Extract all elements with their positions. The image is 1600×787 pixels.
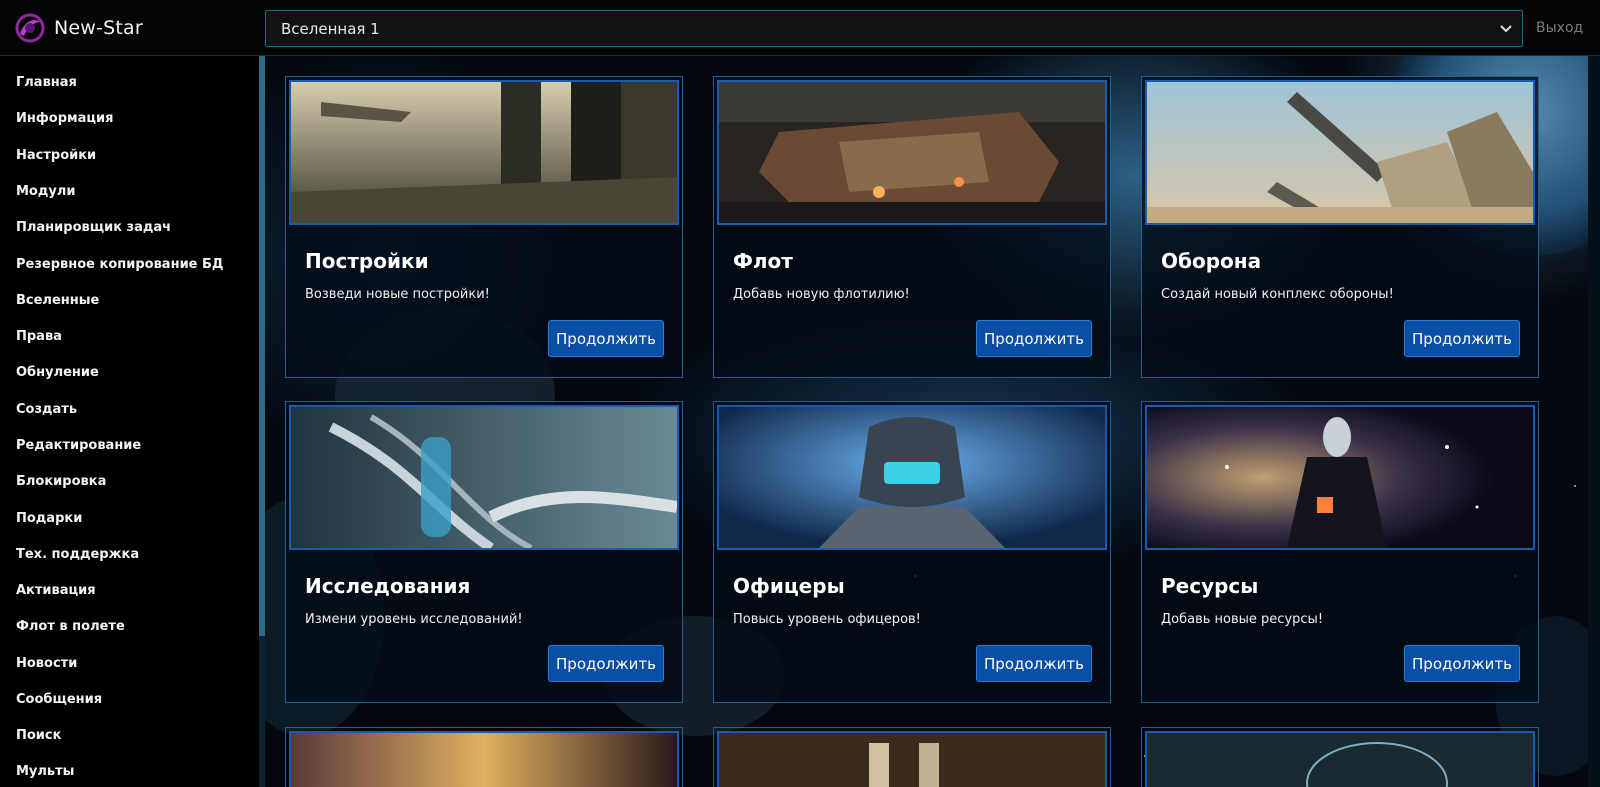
globe-image — [1145, 731, 1535, 787]
card-title: Исследования — [305, 574, 471, 598]
card-partial — [713, 727, 1111, 787]
sidebar-item-settings[interactable]: Настройки — [16, 148, 96, 163]
hall-image — [717, 731, 1107, 787]
continue-button[interactable]: Продолжить — [1404, 320, 1520, 357]
sidebar-item-rights[interactable]: Права — [16, 329, 62, 344]
sidebar-item-home[interactable]: Главная — [16, 75, 77, 90]
main-content: Постройки Возведи новые постройки! Продо… — [265, 56, 1600, 787]
card-partial — [1141, 727, 1539, 787]
main-scrollbar-track[interactable] — [1588, 56, 1600, 787]
card-partial — [285, 727, 683, 787]
continue-button[interactable]: Продолжить — [548, 320, 664, 357]
sidebar: Главная Информация Настройки Модули План… — [0, 56, 259, 787]
sidebar-item-messages[interactable]: Сообщения — [16, 692, 102, 707]
brand-logo-icon — [15, 13, 45, 43]
sidebar-item-search[interactable]: Поиск — [16, 728, 61, 743]
card-text: Добавь новые ресурсы! — [1161, 612, 1324, 627]
card-officers: Офицеры Повысь уровень офицеров! Продолж… — [713, 401, 1111, 703]
sidebar-item-create[interactable]: Создать — [16, 402, 77, 417]
card-title: Офицеры — [733, 574, 845, 598]
sidebar-item-fleet-in-flight[interactable]: Флот в полете — [16, 619, 125, 634]
spaceship-fleet-image — [717, 80, 1107, 225]
card-buildings: Постройки Возведи новые постройки! Продо… — [285, 76, 683, 378]
card-text: Возведи новые постройки! — [305, 287, 490, 302]
sidebar-item-gifts[interactable]: Подарки — [16, 511, 82, 526]
sidebar-item-universes[interactable]: Вселенные — [16, 293, 99, 308]
sidebar-item-modules[interactable]: Модули — [16, 184, 75, 199]
sidebar-item-edit[interactable]: Редактирование — [16, 438, 141, 453]
continue-button[interactable]: Продолжить — [976, 320, 1092, 357]
continue-button[interactable]: Продолжить — [548, 645, 664, 682]
defense-cannons-image — [1145, 80, 1535, 225]
card-research: Исследования Измени уровень исследований… — [285, 401, 683, 703]
card-text: Повысь уровень офицеров! — [733, 612, 921, 627]
continue-button[interactable]: Продолжить — [1404, 645, 1520, 682]
dna-research-image — [289, 405, 679, 550]
card-title: Флот — [733, 249, 793, 273]
sidebar-item-activation[interactable]: Активация — [16, 583, 96, 598]
sidebar-item-information[interactable]: Информация — [16, 111, 114, 126]
sidebar-item-reset[interactable]: Обнуление — [16, 365, 99, 380]
card-text: Добавь новую флотилию! — [733, 287, 910, 302]
universe-select[interactable]: Вселенная 1 — [265, 10, 1523, 47]
continue-button[interactable]: Продолжить — [976, 645, 1092, 682]
sidebar-item-db-backup[interactable]: Резервное копирование БД — [16, 257, 224, 272]
sidebar-item-block[interactable]: Блокировка — [16, 474, 106, 489]
card-title: Ресурсы — [1161, 574, 1259, 598]
sidebar-item-multis[interactable]: Мульты — [16, 764, 74, 779]
card-title: Оборона — [1161, 249, 1262, 273]
officer-helmet-image — [717, 405, 1107, 550]
card-resources: Ресурсы Добавь новые ресурсы! Продолжить — [1141, 401, 1539, 703]
chevron-down-icon — [1500, 25, 1512, 33]
card-title: Постройки — [305, 249, 429, 273]
universe-select-value: Вселенная 1 — [281, 19, 380, 38]
card-text: Измени уровень исследований! — [305, 612, 523, 627]
sidebar-item-task-scheduler[interactable]: Планировщик задач — [16, 220, 171, 235]
card-defense: Оборона Создай новый конплекс обороны! П… — [1141, 76, 1539, 378]
city-structures-image — [289, 80, 679, 225]
top-bar: New-Star Вселенная 1 Выход — [0, 0, 1600, 56]
brand-name: New-Star — [54, 17, 143, 39]
sidebar-item-news[interactable]: Новости — [16, 656, 77, 671]
resources-cube-image — [1145, 405, 1535, 550]
planet-image — [289, 731, 679, 787]
brand[interactable]: New-Star — [14, 12, 143, 44]
card-fleet: Флот Добавь новую флотилию! Продолжить — [713, 76, 1111, 378]
card-text: Создай новый конплекс обороны! — [1161, 287, 1394, 302]
sidebar-item-support[interactable]: Тех. поддержка — [16, 547, 139, 562]
logout-link[interactable]: Выход — [1536, 20, 1583, 36]
